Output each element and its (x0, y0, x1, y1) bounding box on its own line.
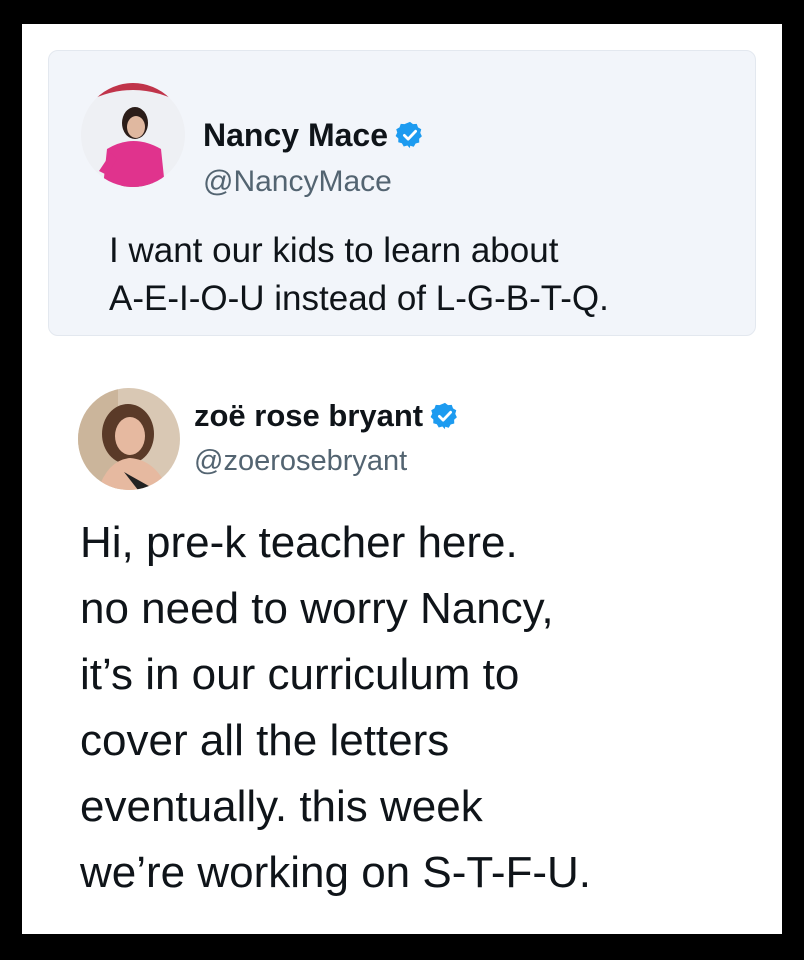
meme-frame: Nancy Mace @NancyMace I want our kids to… (22, 24, 782, 934)
quoted-author-handle[interactable]: @NancyMace (203, 165, 392, 199)
quoted-author-name[interactable]: Nancy Mace (203, 117, 388, 153)
reply-author-name[interactable]: zoë rose bryant (194, 398, 423, 434)
quoted-tweet-card[interactable]: Nancy Mace @NancyMace I want our kids to… (48, 50, 756, 336)
quoted-tweet-text: I want our kids to learn about A-E-I-O-U… (109, 231, 609, 318)
verified-badge-icon (430, 401, 460, 431)
nancy-mace-avatar[interactable] (81, 83, 185, 187)
quoted-author-row: Nancy Mace (203, 117, 425, 153)
reply-tweet-text: Hi, pre-k teacher here. no need to worry… (80, 518, 592, 897)
reply-author-row: zoë rose bryant (194, 398, 460, 434)
zoe-rose-bryant-avatar[interactable] (78, 388, 180, 490)
verified-badge-icon (395, 120, 425, 150)
reply-author-handle[interactable]: @zoerosebryant (194, 444, 407, 478)
